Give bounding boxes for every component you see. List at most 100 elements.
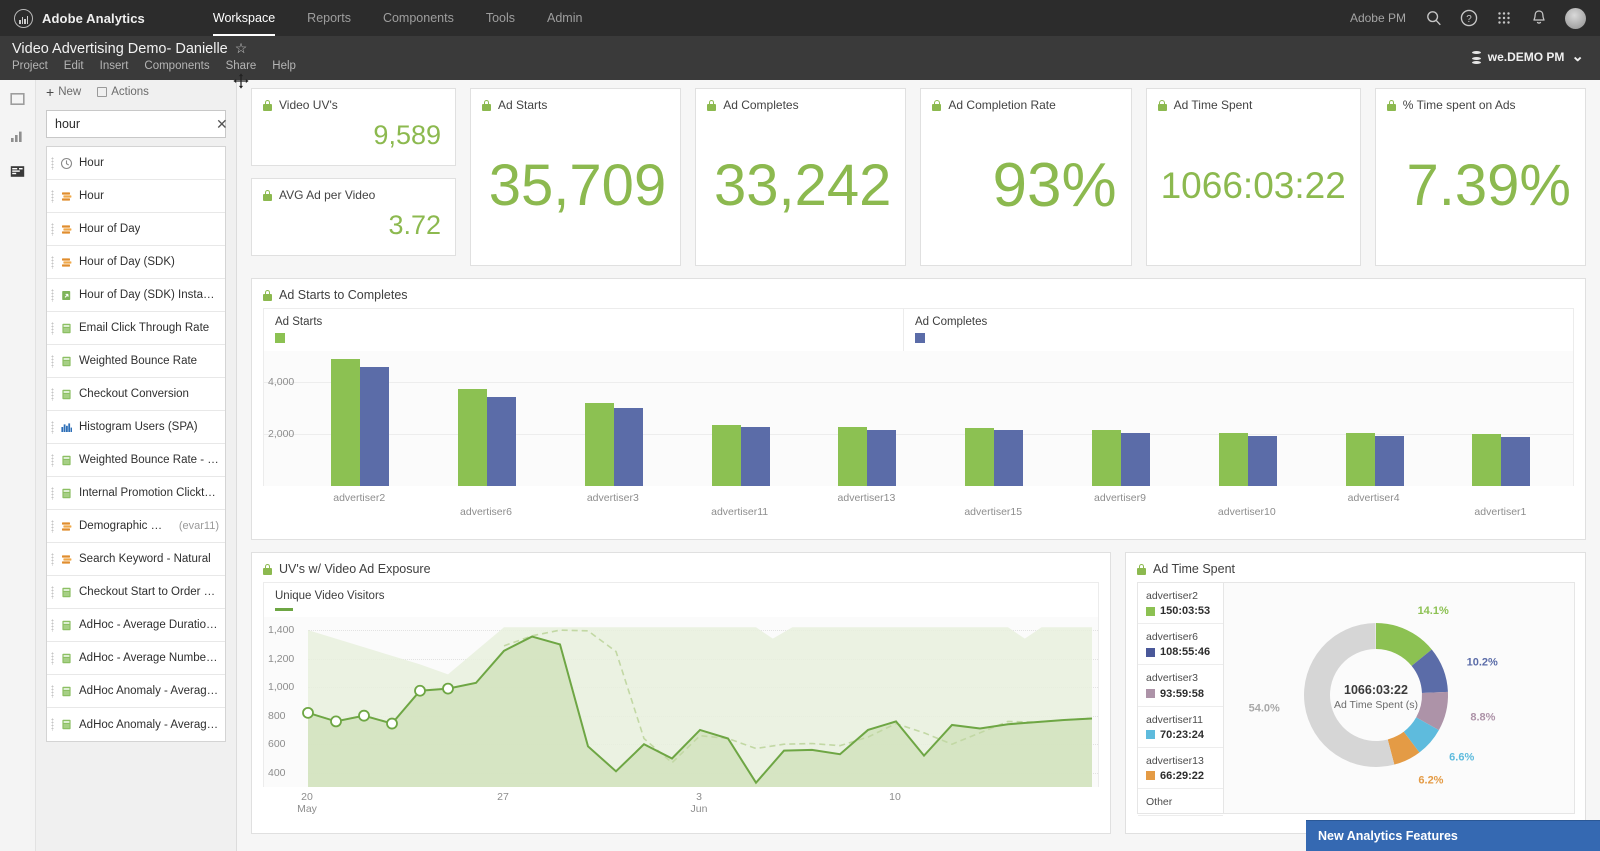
bar-group[interactable]	[1092, 351, 1151, 486]
bar[interactable]	[838, 426, 868, 486]
component-list-item[interactable]: AdHoc - Average Number of M...	[47, 642, 225, 675]
donut-legend-list[interactable]: advertiser2 150:03:53 advertiser6 108:55:46…	[1137, 582, 1223, 817]
drag-handle-icon[interactable]	[51, 420, 54, 434]
component-list-item[interactable]: Histogram Users (SPA)	[47, 411, 225, 444]
search-box[interactable]: ✕	[46, 110, 228, 138]
component-list-item[interactable]: Weighted Bounce Rate	[47, 345, 225, 378]
bar[interactable]	[1501, 436, 1531, 486]
summary-card-ad-completion-rate[interactable]: Ad Completion Rate 93%	[920, 88, 1132, 266]
drag-handle-icon[interactable]	[51, 552, 54, 566]
bar[interactable]	[1472, 434, 1502, 486]
donut-legend-item[interactable]: Other	[1138, 789, 1223, 817]
components-icon[interactable]	[9, 162, 27, 180]
panels-icon[interactable]	[9, 90, 27, 108]
component-list-item[interactable]: AdHoc Anomaly - Average Dur...	[47, 675, 225, 708]
bar[interactable]	[740, 427, 770, 486]
menu-item-insert[interactable]: Insert	[100, 60, 129, 72]
search-icon[interactable]	[1425, 9, 1443, 27]
drag-handle-icon[interactable]	[51, 321, 54, 335]
bar-group[interactable]	[1345, 351, 1404, 486]
bar-group[interactable]	[1472, 351, 1531, 486]
bar[interactable]	[867, 429, 897, 486]
summary-card-ad-starts[interactable]: Ad Starts 35,709	[470, 88, 682, 266]
legend-item-unique-video-visitors[interactable]: Unique Video Visitors	[264, 583, 1098, 617]
menu-item-share[interactable]: Share	[226, 60, 257, 72]
component-list-item[interactable]: Checkout Start to Order Conve...	[47, 576, 225, 609]
nav-item-components[interactable]: Components	[367, 0, 470, 36]
drag-handle-icon[interactable]	[51, 718, 54, 731]
avatar[interactable]	[1565, 7, 1586, 29]
apps-grid-icon[interactable]	[1495, 9, 1513, 27]
drag-handle-icon[interactable]	[51, 585, 54, 599]
legend-item-ad-starts[interactable]: Ad Starts	[264, 309, 904, 351]
bar-group[interactable]	[965, 351, 1024, 486]
component-list-item[interactable]: Hour of Day (SDK)	[47, 246, 225, 279]
component-list-item[interactable]: Email Click Through Rate	[47, 312, 225, 345]
component-list-item[interactable]: Hour of Day (SDK) Instances	[47, 279, 225, 312]
bar[interactable]	[1345, 433, 1375, 486]
search-input[interactable]	[55, 117, 216, 131]
component-list-item[interactable]: AdHoc - Average Duration (Da...	[47, 609, 225, 642]
visualizations-icon[interactable]	[9, 126, 27, 144]
donut-legend-item[interactable]: advertiser13 66:29:22	[1138, 748, 1223, 789]
nav-item-reports[interactable]: Reports	[291, 0, 367, 36]
bar[interactable]	[711, 424, 741, 486]
nav-item-tools[interactable]: Tools	[470, 0, 531, 36]
summary-card-video-uvs[interactable]: Video UV's 9,589	[251, 88, 456, 166]
component-list-item[interactable]: AdHoc Anomaly - Average Nu...	[47, 708, 225, 741]
bar[interactable]	[613, 408, 643, 486]
bar[interactable]	[458, 389, 488, 486]
summary-card-ad-completes[interactable]: Ad Completes 33,242	[695, 88, 907, 266]
component-list-item[interactable]: Search Keyword - Natural	[47, 543, 225, 576]
bar-group[interactable]	[711, 351, 770, 486]
bar-group[interactable]	[584, 351, 643, 486]
summary-card-avg-ad-per-video[interactable]: AVG Ad per Video 3.72	[251, 178, 456, 256]
menu-item-edit[interactable]: Edit	[64, 60, 84, 72]
summary-card-ad-time-spent[interactable]: Ad Time Spent 1066:03:22	[1145, 88, 1361, 266]
drag-handle-icon[interactable]	[51, 255, 54, 269]
drag-handle-icon[interactable]	[51, 222, 54, 236]
bar-group[interactable]	[838, 351, 897, 486]
component-results-list[interactable]: Hour Hour Hour of Day Hour of Day (SDK) Hour…	[46, 146, 226, 742]
actions-button[interactable]: Actions	[97, 86, 149, 98]
bar-chart-plot[interactable]: 2,000 4,000	[264, 351, 1573, 486]
bar[interactable]	[360, 367, 390, 486]
drag-handle-icon[interactable]	[51, 618, 54, 632]
bar[interactable]	[1247, 435, 1277, 486]
bar[interactable]	[331, 358, 361, 486]
summary-card-pct-time-spent-on-ads[interactable]: % Time spent on Ads 7.39%	[1374, 88, 1586, 266]
drag-handle-icon[interactable]	[51, 156, 54, 170]
drag-handle-icon[interactable]	[51, 486, 54, 500]
component-list-item[interactable]: Hour	[47, 147, 225, 180]
drag-handle-icon[interactable]	[51, 354, 54, 368]
component-list-item[interactable]: Demographic Group (evar11)	[47, 510, 225, 543]
favorite-star-icon[interactable]: ☆	[235, 40, 248, 57]
donut-legend-item[interactable]: advertiser2 150:03:53	[1138, 583, 1223, 625]
component-list-item[interactable]: Hour of Day	[47, 213, 225, 246]
bar-group[interactable]	[458, 351, 517, 486]
bar[interactable]	[965, 427, 995, 486]
drag-handle-icon[interactable]	[51, 288, 54, 302]
drag-handle-icon[interactable]	[51, 387, 54, 401]
component-list-item[interactable]: Checkout Conversion	[47, 378, 225, 411]
donut-legend-item[interactable]: advertiser11 70:23:24	[1138, 707, 1223, 748]
menu-item-project[interactable]: Project	[12, 60, 48, 72]
drag-handle-icon[interactable]	[51, 189, 54, 203]
component-list-item[interactable]: Hour	[47, 180, 225, 213]
donut-chart-area[interactable]: 14.1% 10.2% 8.8% 6.6% 6.2% 54.0% 1066:03:22 Ad …	[1223, 582, 1575, 814]
bar[interactable]	[584, 403, 614, 486]
help-icon[interactable]: ?	[1460, 9, 1478, 27]
bar[interactable]	[487, 396, 517, 486]
donut-legend-item[interactable]: advertiser3 93:59:58	[1138, 665, 1223, 707]
bar-group[interactable]	[1218, 351, 1277, 486]
bell-icon[interactable]	[1530, 9, 1548, 27]
drag-handle-icon[interactable]	[51, 651, 54, 665]
component-list-item[interactable]: Internal Promotion Clickthrou...	[47, 477, 225, 510]
drag-handle-icon[interactable]	[51, 453, 54, 467]
bar[interactable]	[1121, 432, 1151, 486]
bar[interactable]	[994, 430, 1024, 486]
bar[interactable]	[1092, 430, 1122, 486]
new-features-banner[interactable]: New Analytics Features	[1306, 820, 1600, 851]
close-icon[interactable]: ✕	[216, 117, 228, 131]
donut-legend-item[interactable]: advertiser6 108:55:46	[1138, 624, 1223, 666]
